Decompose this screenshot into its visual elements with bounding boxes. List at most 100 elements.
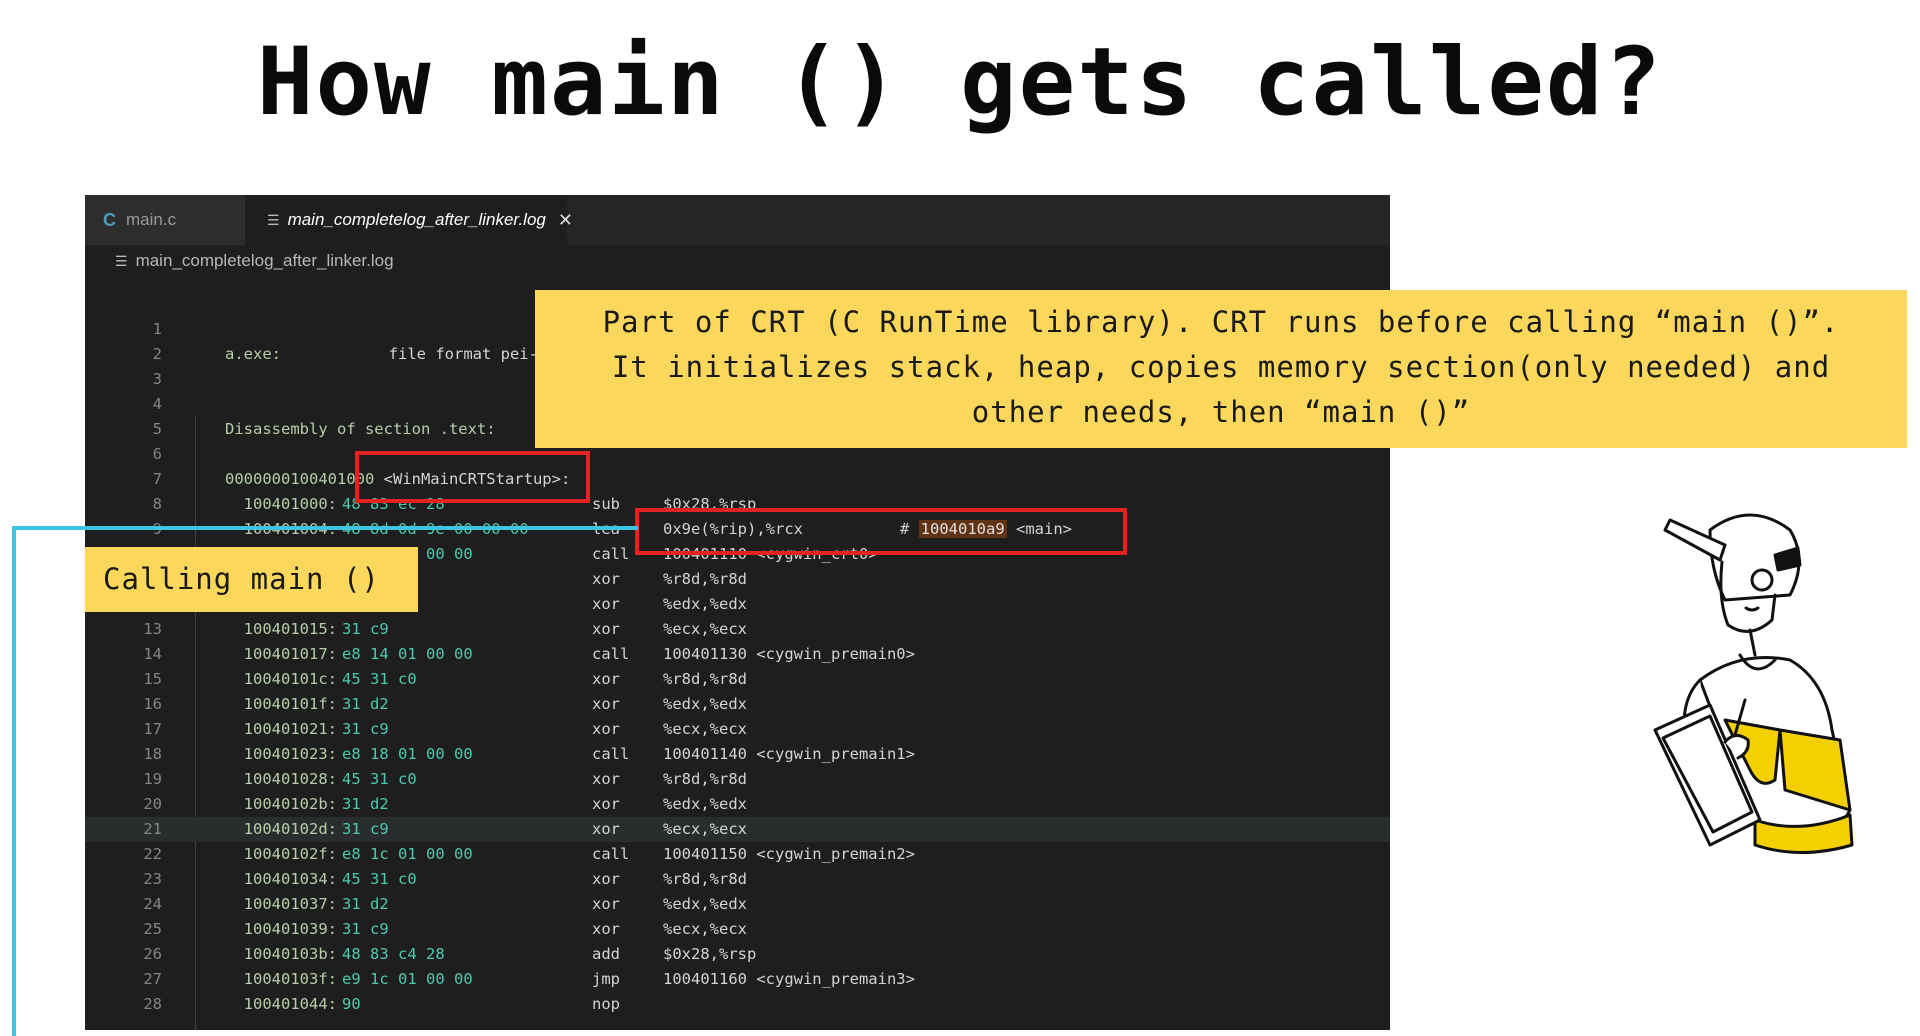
line-address: 100401017: — [225, 645, 337, 663]
code-line[interactable]: 24 100401037: 31 d2 xor %edx,%edx — [85, 892, 1390, 917]
opcode-bytes: 31 c9 — [342, 820, 389, 838]
line-address: 100401037: — [225, 895, 337, 913]
line-address: a.exe: — [225, 345, 281, 363]
instruction-mnemonic: jmp — [592, 970, 620, 988]
instruction-operands: 100401150 <cygwin_premain2> — [663, 845, 915, 863]
code-line[interactable]: 23 100401034: 45 31 c0 xor %r8d,%r8d — [85, 867, 1390, 892]
instruction-operands: %edx,%edx — [663, 695, 747, 713]
crt-startup-highlight-box — [355, 451, 590, 503]
instruction-operands: 100401130 <cygwin_premain0> — [663, 645, 915, 663]
opcode-bytes: 31 c9 — [342, 720, 389, 738]
opcode-bytes: 31 c9 — [342, 620, 389, 638]
line-number: 8 — [152, 495, 162, 513]
code-line[interactable]: 28 100401044: 90 nop — [85, 992, 1390, 1017]
opcode-bytes: 31 d2 — [342, 895, 389, 913]
line-number: 3 — [152, 370, 162, 388]
opcode-bytes: 45 31 c0 — [342, 670, 417, 688]
line-number: 21 — [143, 820, 162, 838]
line-number: 7 — [152, 470, 162, 488]
code-line[interactable]: 27 10040103f: e9 1c 01 00 00 jmp 100401160 … — [85, 967, 1390, 992]
line-number: 13 — [143, 620, 162, 638]
instruction-operands: %r8d,%r8d — [663, 870, 747, 888]
log-file-icon: ☰ — [267, 211, 280, 228]
instruction-mnemonic: nop — [592, 995, 620, 1013]
instruction-mnemonic: xor — [592, 695, 620, 713]
instruction-operands: 100401140 <cygwin_premain1> — [663, 745, 915, 763]
breadcrumb[interactable]: ☰ main_completelog_after_linker.log — [115, 251, 394, 271]
instruction-operands: %r8d,%r8d — [663, 770, 747, 788]
opcode-bytes: 31 c9 — [342, 920, 389, 938]
code-line[interactable]: 19 100401028: 45 31 c0 xor %r8d,%r8d — [85, 767, 1390, 792]
instruction-mnemonic: call — [592, 545, 630, 563]
code-line[interactable]: 17 100401021: 31 c9 xor %ecx,%ecx — [85, 717, 1390, 742]
line-address: 10040102f: — [225, 845, 337, 863]
code-line[interactable]: 21 10040102d: 31 c9 xor %ecx,%ecx — [85, 817, 1390, 842]
opcode-bytes: 31 d2 — [342, 795, 389, 813]
main-reference-highlight-box — [635, 508, 1127, 555]
instruction-mnemonic: xor — [592, 620, 620, 638]
callout-line: It initializes stack, heap, copies memor… — [611, 350, 1831, 384]
instruction-mnemonic: xor — [592, 770, 620, 788]
person-with-tablet-illustration — [1653, 513, 1854, 854]
line-address: 100401034: — [225, 870, 337, 888]
code-line[interactable]: 13 100401015: 31 c9 xor %ecx,%ecx — [85, 617, 1390, 642]
code-line[interactable]: 15 10040101c: 45 31 c0 xor %r8d,%r8d — [85, 667, 1390, 692]
tab-main-c[interactable]: C main.c — [85, 195, 245, 245]
code-line[interactable]: 20 10040102b: 31 d2 xor %edx,%edx — [85, 792, 1390, 817]
line-number: 23 — [143, 870, 162, 888]
line-address: 100401021: — [225, 720, 337, 738]
instruction-operands: 100401160 <cygwin_premain3> — [663, 970, 915, 988]
code-line[interactable]: 14 100401017: e8 14 01 00 00 call 100401130… — [85, 642, 1390, 667]
line-number: 1 — [152, 320, 162, 338]
instruction-operands: %edx,%edx — [663, 795, 747, 813]
instruction-operands: %ecx,%ecx — [663, 820, 747, 838]
tab-log-file[interactable]: ☰ main_completelog_after_linker.log ✕ — [245, 195, 573, 245]
instruction-operands: %ecx,%ecx — [663, 920, 747, 938]
opcode-bytes: e8 14 01 00 00 — [342, 645, 473, 663]
line-address: Disassembly of section .text: — [225, 420, 496, 438]
line-address: 100401039: — [225, 920, 337, 938]
code-line[interactable]: 25 100401039: 31 c9 xor %ecx,%ecx — [85, 917, 1390, 942]
code-line[interactable]: 26 10040103b: 48 83 c4 28 add $0x28,%rsp — [85, 942, 1390, 967]
callout-line: Part of CRT (C RunTime library). CRT run… — [602, 305, 1840, 339]
code-line[interactable]: 22 10040102f: e8 1c 01 00 00 call 100401150… — [85, 842, 1390, 867]
opcode-bytes: 48 83 c4 28 — [342, 945, 445, 963]
instruction-mnemonic: xor — [592, 570, 620, 588]
connector-vertical — [12, 526, 16, 1036]
calling-main-callout: Calling main () — [85, 547, 418, 612]
code-line[interactable]: 16 10040101f: 31 d2 xor %edx,%edx — [85, 692, 1390, 717]
line-number: 2 — [152, 345, 162, 363]
line-number: 18 — [143, 745, 162, 763]
line-number: 19 — [143, 770, 162, 788]
connector-horizontal — [12, 526, 638, 530]
opcode-bytes: 45 31 c0 — [342, 770, 417, 788]
close-icon[interactable]: ✕ — [558, 210, 573, 231]
opcode-bytes: 45 31 c0 — [342, 870, 417, 888]
line-number: 27 — [143, 970, 162, 988]
opcode-bytes: e8 1c 01 00 00 — [342, 845, 473, 863]
line-number: 14 — [143, 645, 162, 663]
line-number: 25 — [143, 920, 162, 938]
line-number: 15 — [143, 670, 162, 688]
opcode-bytes: e9 1c 01 00 00 — [342, 970, 473, 988]
instruction-mnemonic: xor — [592, 820, 620, 838]
callout-line: other needs, then “main ()” — [971, 395, 1471, 429]
instruction-mnemonic: call — [592, 745, 630, 763]
instruction-operands: %r8d,%r8d — [663, 670, 747, 688]
instruction-mnemonic: xor — [592, 795, 620, 813]
instruction-mnemonic: xor — [592, 870, 620, 888]
line-address: 10040102b: — [225, 795, 337, 813]
line-number: 20 — [143, 795, 162, 813]
line-address: 10040101c: — [225, 670, 337, 688]
crt-explanation-callout: Part of CRT (C RunTime library). CRT run… — [535, 290, 1907, 448]
instruction-mnemonic: call — [592, 645, 630, 663]
instruction-mnemonic: xor — [592, 720, 620, 738]
line-number: 16 — [143, 695, 162, 713]
line-address: 100401023: — [225, 745, 337, 763]
page-title: How main () gets called? — [256, 28, 1664, 137]
code-line[interactable]: 18 100401023: e8 18 01 00 00 call 100401140… — [85, 742, 1390, 767]
code-line[interactable]: 7 0000000100401000 <WinMainCRTStartup>: — [85, 467, 1390, 492]
instruction-mnemonic: xor — [592, 920, 620, 938]
instruction-operands: %ecx,%ecx — [663, 720, 747, 738]
line-number: 6 — [152, 445, 162, 463]
